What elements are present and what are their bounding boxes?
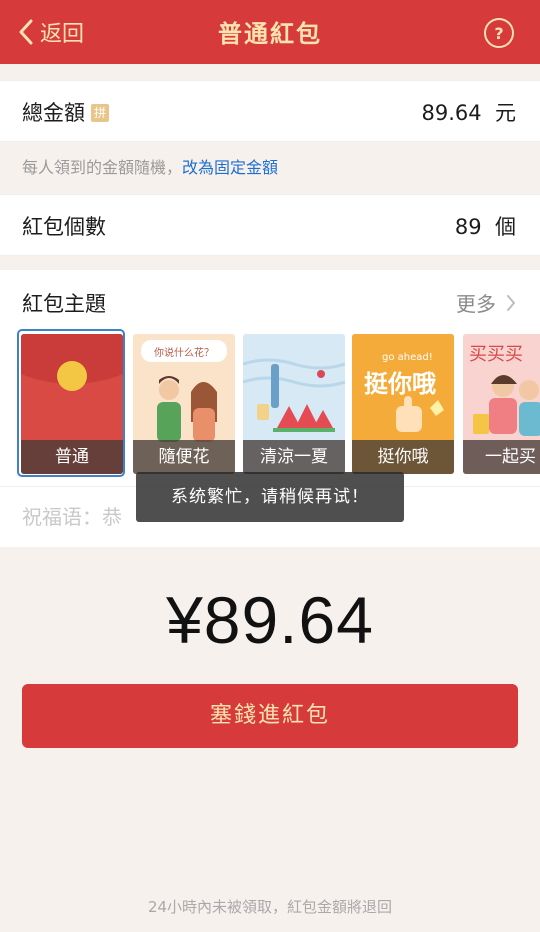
error-toast: 系统繁忙，请稍候再试！ <box>136 472 404 522</box>
theme-label: 紅包主題 <box>22 292 106 316</box>
total-amount-row[interactable]: 總金額拼 89.64 元 <box>0 80 540 142</box>
theme-card-normal[interactable]: 普通 <box>21 334 123 474</box>
total-amount-label: 總金額 <box>22 101 85 125</box>
help-icon[interactable]: ? <box>484 18 514 48</box>
nav-bar: 返回 普通紅包 ? <box>0 0 540 64</box>
theme-card-casual[interactable]: 你说什么花？ 隨便花 <box>133 334 235 474</box>
theme-card-support[interactable]: go ahead! 挺你哦 挺你哦 <box>352 334 454 474</box>
amount-display: ¥89.64 <box>166 583 374 657</box>
buy-text: 买买买 <box>469 344 523 365</box>
refund-note: 24小時內未被領取，紅包金額將退回 <box>147 898 393 916</box>
chevron-right-icon <box>507 294 515 311</box>
theme-caption: 普通 <box>21 440 123 474</box>
packet-count-value[interactable]: 89 <box>455 215 482 239</box>
cheer-text: 挺你哦 <box>364 370 436 398</box>
total-amount-unit: 元 <box>495 101 516 125</box>
random-amount-hint: 每人領到的金額隨機，改為固定金額 <box>22 154 278 178</box>
go-ahead-text: go ahead! <box>382 352 433 363</box>
send-red-packet-button[interactable]: 塞錢進紅包 <box>22 684 518 748</box>
theme-caption: 一起买 <box>463 440 540 474</box>
speech-bubble-text: 你说什么花？ <box>154 346 214 359</box>
help-glyph: ? <box>494 23 504 43</box>
packet-count-label: 紅包個數 <box>22 215 106 239</box>
theme-card-summer[interactable]: 清涼一夏 <box>243 334 345 474</box>
hint-text: 每人領到的金額隨機， <box>22 158 183 177</box>
total-amount-value[interactable]: 89.64 <box>422 101 482 125</box>
theme-more-button[interactable]: 更多 <box>456 288 516 317</box>
theme-caption: 隨便花 <box>133 440 235 474</box>
pin-badge: 拼 <box>91 104 110 122</box>
theme-more-label: 更多 <box>456 292 496 316</box>
fixed-amount-link[interactable]: 改為固定金額 <box>182 158 278 177</box>
theme-card-shopping[interactable]: 买买买 一起买 <box>463 334 540 474</box>
red-packet-page: 返回 普通紅包 ? 總金額拼 89.64 元 每人領到的金額隨機，改為固定金額 … <box>0 0 540 932</box>
theme-caption: 挺你哦 <box>352 440 454 474</box>
packet-count-unit: 個 <box>495 215 516 239</box>
packet-count-row[interactable]: 紅包個數 89 個 <box>0 194 540 256</box>
blessing-input[interactable]: 祝福语：恭 <box>22 501 122 530</box>
theme-caption: 清涼一夏 <box>243 440 345 474</box>
page-title: 普通紅包 <box>218 20 322 48</box>
